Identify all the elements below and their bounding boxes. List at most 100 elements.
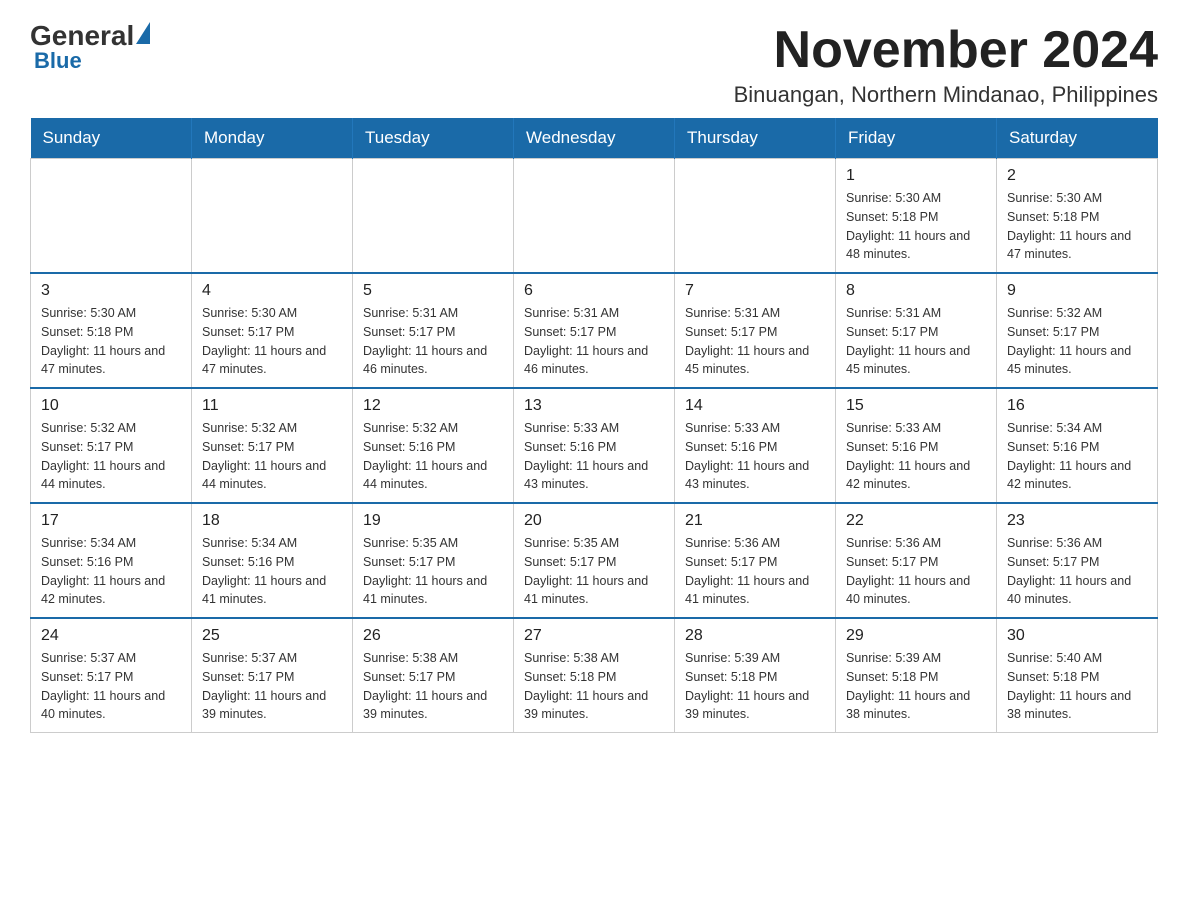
- day-info: Sunrise: 5:33 AMSunset: 5:16 PMDaylight:…: [846, 419, 986, 494]
- calendar-cell: 1Sunrise: 5:30 AMSunset: 5:18 PMDaylight…: [836, 159, 997, 274]
- calendar-cell: [192, 159, 353, 274]
- day-number: 26: [363, 627, 503, 645]
- day-number: 23: [1007, 512, 1147, 530]
- header-saturday: Saturday: [997, 118, 1158, 159]
- calendar-subtitle: Binuangan, Northern Mindanao, Philippine…: [734, 82, 1158, 108]
- day-info: Sunrise: 5:39 AMSunset: 5:18 PMDaylight:…: [685, 649, 825, 724]
- title-area: November 2024 Binuangan, Northern Mindan…: [734, 20, 1158, 108]
- calendar-cell: 5 Sunrise: 5:31 AMSunset: 5:17 PMDaylight…: [353, 273, 514, 388]
- header-thursday: Thursday: [675, 118, 836, 159]
- day-number: 9: [1007, 282, 1147, 300]
- day-number: 10: [41, 397, 181, 415]
- header-wednesday: Wednesday: [514, 118, 675, 159]
- day-number: 4: [202, 282, 342, 300]
- calendar-cell: 20 Sunrise: 5:35 AMSunset: 5:17 PMDayligh…: [514, 503, 675, 618]
- day-info: Sunrise: 5:34 AMSunset: 5:16 PMDaylight:…: [41, 534, 181, 609]
- header-monday: Monday: [192, 118, 353, 159]
- page-header: General Blue November 2024 Binuangan, No…: [30, 20, 1158, 108]
- day-number: 16: [1007, 397, 1147, 415]
- calendar-cell: 17 Sunrise: 5:34 AMSunset: 5:16 PMDayligh…: [31, 503, 192, 618]
- day-number: 18: [202, 512, 342, 530]
- day-number: 25: [202, 627, 342, 645]
- calendar-week-row: 24 Sunrise: 5:37 AMSunset: 5:17 PMDayligh…: [31, 618, 1158, 733]
- calendar-week-row: 1Sunrise: 5:30 AMSunset: 5:18 PMDaylight…: [31, 159, 1158, 274]
- calendar-header-row: SundayMondayTuesdayWednesdayThursdayFrid…: [31, 118, 1158, 159]
- calendar-cell: 18 Sunrise: 5:34 AMSunset: 5:16 PMDayligh…: [192, 503, 353, 618]
- calendar-cell: 13 Sunrise: 5:33 AMSunset: 5:16 PMDayligh…: [514, 388, 675, 503]
- day-number: 21: [685, 512, 825, 530]
- calendar-cell: 6 Sunrise: 5:31 AMSunset: 5:17 PMDaylight…: [514, 273, 675, 388]
- day-info: Sunrise: 5:30 AMSunset: 5:18 PMDaylight:…: [41, 304, 181, 379]
- day-number: 24: [41, 627, 181, 645]
- calendar-week-row: 3 Sunrise: 5:30 AMSunset: 5:18 PMDaylight…: [31, 273, 1158, 388]
- day-info: Sunrise: 5:36 AMSunset: 5:17 PMDaylight:…: [846, 534, 986, 609]
- calendar-week-row: 17 Sunrise: 5:34 AMSunset: 5:16 PMDayligh…: [31, 503, 1158, 618]
- calendar-cell: [514, 159, 675, 274]
- day-info: Sunrise: 5:31 AMSunset: 5:17 PMDaylight:…: [685, 304, 825, 379]
- day-info: Sunrise: 5:31 AMSunset: 5:17 PMDaylight:…: [363, 304, 503, 379]
- calendar-cell: 28 Sunrise: 5:39 AMSunset: 5:18 PMDayligh…: [675, 618, 836, 733]
- day-info: Sunrise: 5:35 AMSunset: 5:17 PMDaylight:…: [524, 534, 664, 609]
- day-info: Sunrise: 5:30 AMSunset: 5:17 PMDaylight:…: [202, 304, 342, 379]
- day-number: 6: [524, 282, 664, 300]
- day-info: Sunrise: 5:32 AMSunset: 5:17 PMDaylight:…: [41, 419, 181, 494]
- calendar-table: SundayMondayTuesdayWednesdayThursdayFrid…: [30, 118, 1158, 733]
- calendar-cell: [31, 159, 192, 274]
- day-number: 15: [846, 397, 986, 415]
- day-info: Sunrise: 5:32 AMSunset: 5:17 PMDaylight:…: [202, 419, 342, 494]
- day-number: 5: [363, 282, 503, 300]
- header-friday: Friday: [836, 118, 997, 159]
- day-number: 28: [685, 627, 825, 645]
- day-info: Sunrise: 5:33 AMSunset: 5:16 PMDaylight:…: [685, 419, 825, 494]
- calendar-cell: 26 Sunrise: 5:38 AMSunset: 5:17 PMDayligh…: [353, 618, 514, 733]
- day-number: 3: [41, 282, 181, 300]
- day-info: Sunrise: 5:30 AMSunset: 5:18 PMDaylight:…: [1007, 189, 1147, 264]
- day-number: 22: [846, 512, 986, 530]
- day-info: Sunrise: 5:40 AMSunset: 5:18 PMDaylight:…: [1007, 649, 1147, 724]
- day-number: 20: [524, 512, 664, 530]
- day-info: Sunrise: 5:38 AMSunset: 5:17 PMDaylight:…: [363, 649, 503, 724]
- day-info: Sunrise: 5:37 AMSunset: 5:17 PMDaylight:…: [202, 649, 342, 724]
- day-number: 7: [685, 282, 825, 300]
- day-number: 13: [524, 397, 664, 415]
- calendar-cell: 27 Sunrise: 5:38 AMSunset: 5:18 PMDayligh…: [514, 618, 675, 733]
- calendar-cell: 30Sunrise: 5:40 AMSunset: 5:18 PMDayligh…: [997, 618, 1158, 733]
- calendar-cell: 24 Sunrise: 5:37 AMSunset: 5:17 PMDayligh…: [31, 618, 192, 733]
- calendar-cell: 25 Sunrise: 5:37 AMSunset: 5:17 PMDayligh…: [192, 618, 353, 733]
- calendar-cell: 16Sunrise: 5:34 AMSunset: 5:16 PMDayligh…: [997, 388, 1158, 503]
- day-info: Sunrise: 5:34 AMSunset: 5:16 PMDaylight:…: [202, 534, 342, 609]
- calendar-cell: [353, 159, 514, 274]
- calendar-cell: 11 Sunrise: 5:32 AMSunset: 5:17 PMDayligh…: [192, 388, 353, 503]
- calendar-cell: [675, 159, 836, 274]
- calendar-cell: 4 Sunrise: 5:30 AMSunset: 5:17 PMDaylight…: [192, 273, 353, 388]
- calendar-cell: 2 Sunrise: 5:30 AMSunset: 5:18 PMDaylight…: [997, 159, 1158, 274]
- header-tuesday: Tuesday: [353, 118, 514, 159]
- day-number: 2: [1007, 167, 1147, 185]
- day-number: 8: [846, 282, 986, 300]
- day-number: 12: [363, 397, 503, 415]
- day-info: Sunrise: 5:33 AMSunset: 5:16 PMDaylight:…: [524, 419, 664, 494]
- calendar-cell: 21 Sunrise: 5:36 AMSunset: 5:17 PMDayligh…: [675, 503, 836, 618]
- day-info: Sunrise: 5:36 AMSunset: 5:17 PMDaylight:…: [1007, 534, 1147, 609]
- calendar-cell: 23 Sunrise: 5:36 AMSunset: 5:17 PMDayligh…: [997, 503, 1158, 618]
- day-number: 17: [41, 512, 181, 530]
- calendar-cell: 19Sunrise: 5:35 AMSunset: 5:17 PMDayligh…: [353, 503, 514, 618]
- day-info: Sunrise: 5:36 AMSunset: 5:17 PMDaylight:…: [685, 534, 825, 609]
- day-number: 29: [846, 627, 986, 645]
- day-info: Sunrise: 5:38 AMSunset: 5:18 PMDaylight:…: [524, 649, 664, 724]
- logo-blue-text: Blue: [34, 48, 82, 74]
- logo-area: General Blue: [30, 20, 152, 74]
- calendar-cell: 29 Sunrise: 5:39 AMSunset: 5:18 PMDayligh…: [836, 618, 997, 733]
- calendar-cell: 12Sunrise: 5:32 AMSunset: 5:16 PMDayligh…: [353, 388, 514, 503]
- calendar-cell: 22 Sunrise: 5:36 AMSunset: 5:17 PMDayligh…: [836, 503, 997, 618]
- calendar-cell: 10 Sunrise: 5:32 AMSunset: 5:17 PMDayligh…: [31, 388, 192, 503]
- day-info: Sunrise: 5:30 AMSunset: 5:18 PMDaylight:…: [846, 189, 986, 264]
- day-number: 11: [202, 397, 342, 415]
- calendar-cell: 7 Sunrise: 5:31 AMSunset: 5:17 PMDaylight…: [675, 273, 836, 388]
- day-info: Sunrise: 5:37 AMSunset: 5:17 PMDaylight:…: [41, 649, 181, 724]
- day-info: Sunrise: 5:39 AMSunset: 5:18 PMDaylight:…: [846, 649, 986, 724]
- day-info: Sunrise: 5:31 AMSunset: 5:17 PMDaylight:…: [524, 304, 664, 379]
- calendar-week-row: 10 Sunrise: 5:32 AMSunset: 5:17 PMDayligh…: [31, 388, 1158, 503]
- day-number: 27: [524, 627, 664, 645]
- header-sunday: Sunday: [31, 118, 192, 159]
